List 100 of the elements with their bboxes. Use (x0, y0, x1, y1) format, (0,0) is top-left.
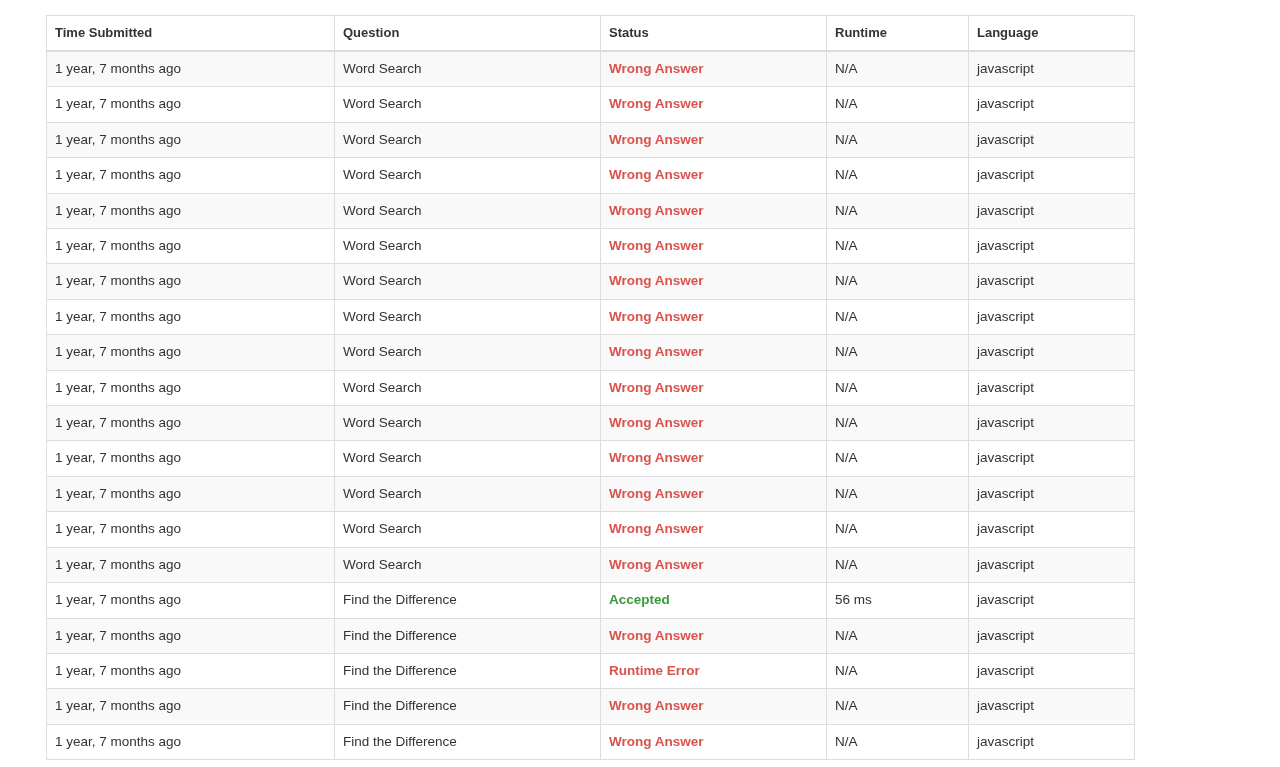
table-cell: javascript (968, 582, 1135, 618)
table-cell: N/A (826, 724, 969, 760)
table-cell: 1 year, 7 months ago (46, 440, 335, 477)
table-cell: 1 year, 7 months ago (46, 618, 335, 654)
table-cell: 1 year, 7 months ago (46, 511, 335, 548)
table-cell: Word Search (334, 157, 601, 194)
table-cell: 1 year, 7 months ago (46, 51, 335, 87)
table-cell: Word Search (334, 263, 601, 300)
table-cell: 1 year, 7 months ago (46, 228, 335, 264)
table-cell: javascript (968, 228, 1135, 264)
table-cell: N/A (826, 263, 969, 300)
table-cell: N/A (826, 511, 969, 548)
table-cell: Word Search (334, 370, 601, 406)
table-cell: Word Search (334, 86, 601, 123)
table-cell: Word Search (334, 511, 601, 548)
status-cell: Wrong Answer (600, 157, 827, 194)
status-cell: Accepted (600, 582, 827, 618)
table-cell: Word Search (334, 476, 601, 512)
table-cell: Find the Difference (334, 582, 601, 618)
table-cell: 1 year, 7 months ago (46, 582, 335, 618)
table-cell: 1 year, 7 months ago (46, 370, 335, 406)
table-cell: 1 year, 7 months ago (46, 653, 335, 689)
table-cell: 1 year, 7 months ago (46, 86, 335, 123)
table-cell: javascript (968, 122, 1135, 158)
table-cell: N/A (826, 228, 969, 264)
status-cell: Wrong Answer (600, 370, 827, 406)
status-cell: Wrong Answer (600, 86, 827, 123)
table-cell: Word Search (334, 51, 601, 87)
table-cell: javascript (968, 299, 1135, 335)
table-cell: N/A (826, 688, 969, 725)
table-cell: Word Search (334, 299, 601, 335)
table-cell: Find the Difference (334, 724, 601, 760)
table-cell: 1 year, 7 months ago (46, 334, 335, 371)
table-cell: javascript (968, 653, 1135, 689)
table-cell: 56 ms (826, 582, 969, 618)
table-cell: Find the Difference (334, 618, 601, 654)
table-cell: Word Search (334, 440, 601, 477)
table-cell: N/A (826, 122, 969, 158)
table-cell: javascript (968, 370, 1135, 406)
table-cell: N/A (826, 405, 969, 441)
table-cell: 1 year, 7 months ago (46, 688, 335, 725)
table-cell: javascript (968, 193, 1135, 229)
status-cell: Wrong Answer (600, 724, 827, 760)
table-cell: javascript (968, 157, 1135, 194)
table-cell: N/A (826, 193, 969, 229)
status-cell: Wrong Answer (600, 476, 827, 512)
table-cell: N/A (826, 299, 969, 335)
table-cell: N/A (826, 547, 969, 583)
table-cell: N/A (826, 86, 969, 123)
status-cell: Runtime Error (600, 653, 827, 689)
table-cell: N/A (826, 653, 969, 689)
table-cell: javascript (968, 547, 1135, 583)
status-cell: Wrong Answer (600, 193, 827, 229)
table-cell: Word Search (334, 122, 601, 158)
status-cell: Wrong Answer (600, 618, 827, 654)
status-cell: Wrong Answer (600, 511, 827, 548)
table-cell: Word Search (334, 228, 601, 264)
table-cell: javascript (968, 618, 1135, 654)
table-cell: javascript (968, 440, 1135, 477)
table-cell: javascript (968, 86, 1135, 123)
table-cell: javascript (968, 405, 1135, 441)
table-cell: 1 year, 7 months ago (46, 157, 335, 194)
status-cell: Wrong Answer (600, 299, 827, 335)
table-cell: 1 year, 7 months ago (46, 405, 335, 441)
table-cell: 1 year, 7 months ago (46, 263, 335, 300)
table-cell: 1 year, 7 months ago (46, 122, 335, 158)
table-cell: N/A (826, 334, 969, 371)
table-cell: N/A (826, 51, 969, 87)
status-cell: Wrong Answer (600, 122, 827, 158)
table-cell: N/A (826, 476, 969, 512)
table-cell: javascript (968, 263, 1135, 300)
table-cell: 1 year, 7 months ago (46, 193, 335, 229)
table-cell: javascript (968, 51, 1135, 87)
table-cell: 1 year, 7 months ago (46, 299, 335, 335)
table-cell: Find the Difference (334, 653, 601, 689)
table-cell: N/A (826, 440, 969, 477)
table-cell: Word Search (334, 334, 601, 371)
table-cell: Word Search (334, 405, 601, 441)
table-cell: javascript (968, 511, 1135, 548)
status-cell: Wrong Answer (600, 547, 827, 583)
status-cell: Wrong Answer (600, 440, 827, 477)
table-cell: javascript (968, 476, 1135, 512)
table-cell: javascript (968, 724, 1135, 760)
table-cell: N/A (826, 157, 969, 194)
table-cell: N/A (826, 618, 969, 654)
table-cell: 1 year, 7 months ago (46, 724, 335, 760)
table-cell: javascript (968, 334, 1135, 371)
table-cell: javascript (968, 688, 1135, 725)
status-cell: Wrong Answer (600, 405, 827, 441)
status-cell: Wrong Answer (600, 51, 827, 87)
table-cell: Find the Difference (334, 688, 601, 725)
table-cell: 1 year, 7 months ago (46, 547, 335, 583)
table-cell: Word Search (334, 547, 601, 583)
status-cell: Wrong Answer (600, 263, 827, 300)
status-cell: Wrong Answer (600, 334, 827, 371)
status-cell: Wrong Answer (600, 228, 827, 264)
table-cell: 1 year, 7 months ago (46, 476, 335, 512)
status-cell: Wrong Answer (600, 688, 827, 725)
table-cell: N/A (826, 370, 969, 406)
table-cell: Word Search (334, 193, 601, 229)
